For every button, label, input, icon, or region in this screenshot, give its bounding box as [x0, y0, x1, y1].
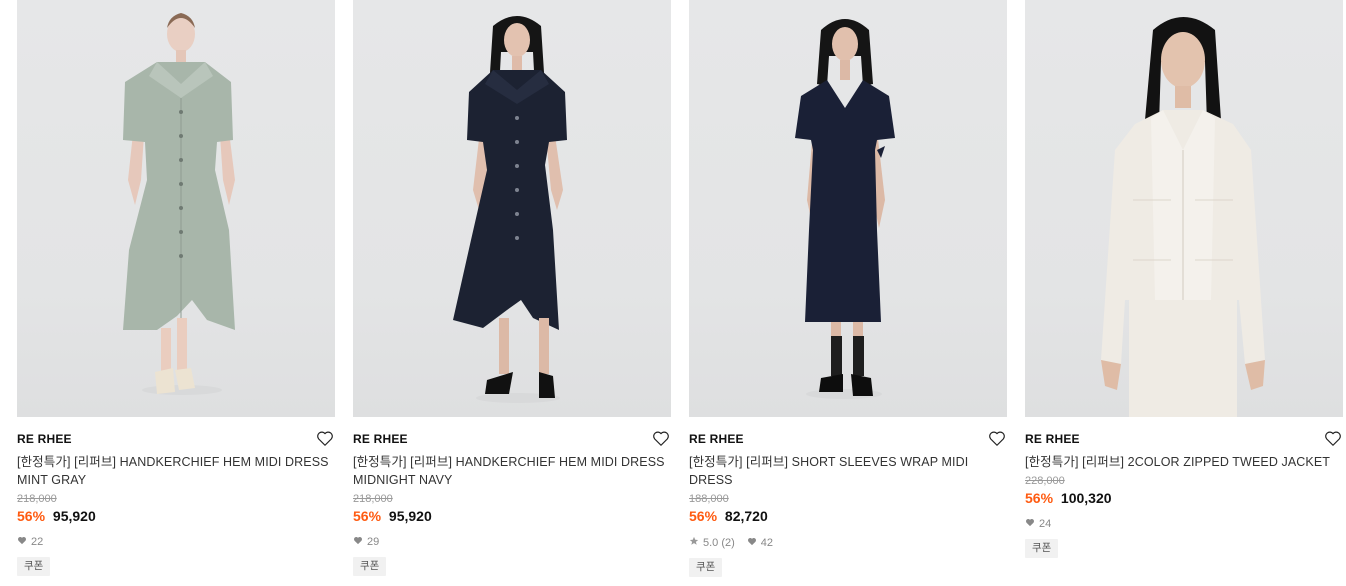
discount-rate: 56%: [17, 508, 46, 524]
heart-filled-icon: [353, 536, 363, 548]
sale-price: 95,920: [388, 508, 432, 524]
heart-filled-icon: [17, 536, 27, 548]
like-count: 22: [31, 536, 44, 548]
brand-name[interactable]: RE RHEE: [353, 431, 671, 447]
brand-name[interactable]: RE RHEE: [17, 431, 335, 447]
product-grid: RE RHEE [한정특가] [리퍼브] HANDKERCHIEF HEM MI…: [0, 0, 1346, 586]
like-count: 24: [1039, 518, 1052, 530]
original-price: 218,000: [17, 493, 57, 505]
product-stats: 24: [1025, 518, 1343, 530]
brand-name[interactable]: RE RHEE: [1025, 431, 1343, 447]
product-card[interactable]: RE RHEE [한정특가] [리퍼브] 2COLOR ZIPPED TWEED…: [1025, 0, 1343, 558]
product-image[interactable]: [1025, 0, 1343, 417]
like-count: 42: [760, 536, 774, 549]
original-price: 188,000: [689, 493, 729, 505]
brand-name[interactable]: RE RHEE: [689, 431, 1007, 447]
product-card[interactable]: RE RHEE [한정특가] [리퍼브] SHORT SLEEVES WRAP …: [689, 0, 1007, 577]
like-count: 29: [367, 536, 380, 548]
product-stats: 22: [17, 536, 335, 548]
product-title[interactable]: [한정특가] [리퍼브] SHORT SLEEVES WRAP MIDI DRE…: [689, 453, 1007, 489]
product-image[interactable]: [17, 0, 335, 417]
model-photo-wrap-dress: [795, 19, 895, 399]
product-image[interactable]: [689, 0, 1007, 417]
coupon-badge: 쿠폰: [689, 558, 723, 577]
model-photo-navy-dress: [453, 16, 567, 403]
product-stats: 5.0 (2) 42: [689, 536, 1007, 549]
heart-outline-icon[interactable]: [316, 430, 334, 447]
product-card[interactable]: RE RHEE [한정특가] [리퍼브] HANDKERCHIEF HEM MI…: [17, 0, 335, 576]
price-row: 56% 100,320: [1025, 490, 1343, 507]
product-title[interactable]: [한정특가] [리퍼브] HANDKERCHIEF HEM MIDI DRESS…: [17, 453, 335, 489]
heart-outline-icon[interactable]: [652, 430, 670, 447]
heart-outline-icon[interactable]: [1324, 430, 1342, 447]
product-title[interactable]: [한정특가] [리퍼브] HANDKERCHIEF HEM MIDI DRESS…: [353, 453, 671, 489]
product-card[interactable]: RE RHEE [한정특가] [리퍼브] HANDKERCHIEF HEM MI…: [353, 0, 671, 576]
sale-price: 82,720: [724, 508, 768, 524]
product-title[interactable]: [한정특가] [리퍼브] 2COLOR ZIPPED TWEED JACKET: [1025, 453, 1343, 471]
original-price: 228,000: [1025, 475, 1065, 487]
original-price: 218,000: [353, 493, 393, 505]
discount-rate: 56%: [1025, 490, 1054, 506]
sale-price: 100,320: [1060, 490, 1112, 506]
sale-price: 95,920: [52, 508, 96, 524]
rating: 5.0 (2): [703, 536, 735, 549]
model-photo-mint-dress: [123, 13, 235, 395]
product-image[interactable]: [353, 0, 671, 417]
coupon-badge: 쿠폰: [1025, 539, 1059, 558]
heart-outline-icon[interactable]: [988, 430, 1006, 447]
model-photo-tweed-jacket: [1101, 17, 1265, 417]
coupon-badge: 쿠폰: [353, 557, 387, 576]
coupon-badge: 쿠폰: [17, 557, 51, 576]
heart-filled-icon: [1025, 518, 1035, 530]
heart-filled-icon: [747, 537, 757, 549]
star-icon: [689, 536, 699, 549]
price-row: 56% 95,920: [353, 508, 671, 525]
price-row: 56% 82,720: [689, 508, 1007, 525]
product-stats: 29: [353, 536, 671, 548]
discount-rate: 56%: [353, 508, 382, 524]
discount-rate: 56%: [689, 508, 718, 524]
price-row: 56% 95,920: [17, 508, 335, 525]
